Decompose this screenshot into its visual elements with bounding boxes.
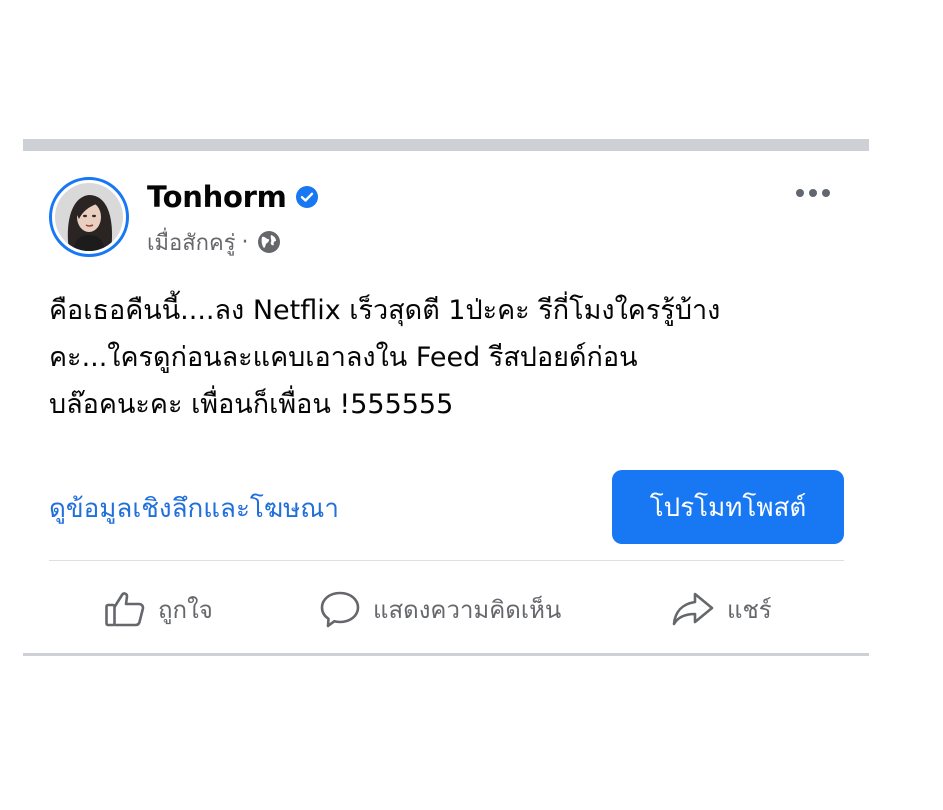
avatar-photo	[55, 183, 123, 251]
like-label: ถูกใจ	[158, 595, 213, 624]
like-button[interactable]: ถูกใจ	[104, 571, 213, 647]
author-name[interactable]: Tonhorm	[147, 180, 287, 214]
post-text-line: บล๊อคนะคะ เพื่อนก็เพื่อน !555555	[49, 389, 454, 420]
comment-button[interactable]: แสดงความคิดเห็น	[319, 571, 561, 647]
thumbs-up-icon	[104, 590, 146, 628]
author-row: Tonhorm	[147, 177, 319, 217]
meta-separator: ·	[241, 229, 249, 255]
comment-bubble-icon	[319, 590, 361, 628]
more-options-button[interactable]	[791, 179, 835, 207]
post-actions-bar: ถูกใจ แสดงความคิดเห็น แชร์	[49, 571, 844, 647]
post-card: Tonhorm เมื่อสักครู่ · คือเธอคืนนี้....ล…	[23, 151, 869, 653]
feed-divider-top	[23, 139, 869, 151]
globe-icon[interactable]	[257, 230, 281, 254]
post-text-line: คือเธอคืนนี้....ลง Netflix เร็วสุดตี 1ป่…	[49, 295, 721, 326]
share-button[interactable]: แชร์	[671, 571, 772, 647]
verified-badge-icon	[295, 185, 319, 209]
actions-separator	[49, 560, 844, 561]
post-body: คือเธอคืนนี้....ลง Netflix เร็วสุดตี 1ป่…	[49, 287, 839, 428]
share-label: แชร์	[727, 595, 772, 624]
feed-divider-bottom	[23, 653, 869, 656]
post-text-line: คะ...ใครดูก่อนละแคบเอาลงใน Feed รีสปอยด์…	[49, 342, 638, 373]
avatar[interactable]	[49, 177, 129, 257]
comment-label: แสดงความคิดเห็น	[373, 595, 562, 624]
post-meta: เมื่อสักครู่ ·	[147, 225, 281, 259]
post-timestamp[interactable]: เมื่อสักครู่	[147, 225, 236, 260]
more-options-icon	[796, 189, 830, 197]
share-arrow-icon	[671, 590, 715, 628]
promote-post-button[interactable]: โปรโมทโพสต์	[612, 470, 844, 544]
insights-and-ads-link[interactable]: ดูข้อมูลเชิงลึกและโฆษณา	[49, 487, 339, 531]
promote-post-label: โปรโมทโพสต์	[649, 492, 807, 523]
